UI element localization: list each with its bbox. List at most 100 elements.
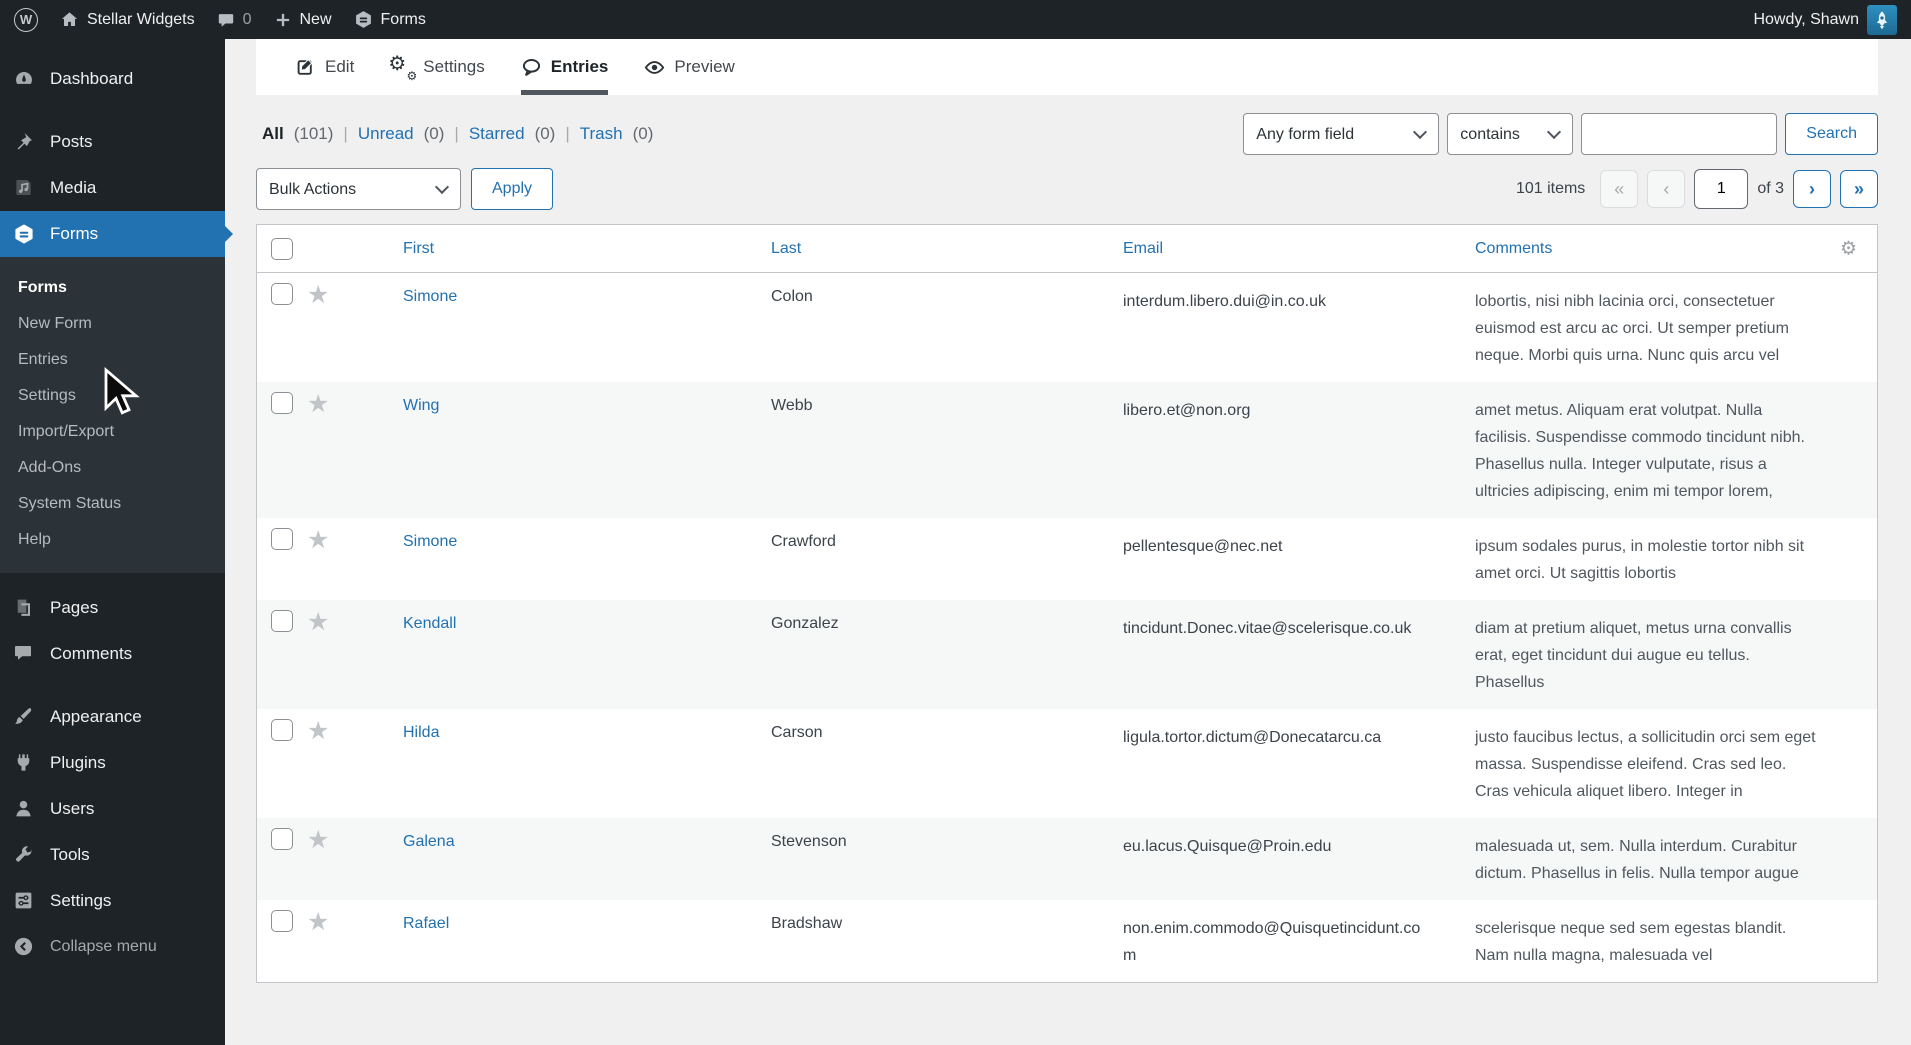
search-input[interactable] (1581, 113, 1778, 155)
wordpress-menu[interactable]: W (14, 7, 38, 32)
filter-unread[interactable]: Unread (358, 124, 414, 144)
settings-sliders-icon (13, 890, 35, 912)
apply-button[interactable]: Apply (471, 168, 554, 210)
tab-preview[interactable]: Preview (644, 39, 735, 95)
edit-pencil-icon (296, 57, 316, 77)
collapse-menu-button[interactable]: Collapse menu (0, 924, 225, 970)
tab-settings-label: Settings (423, 57, 485, 76)
submenu-item-add-ons[interactable]: Add-Ons (0, 450, 225, 486)
star-icon[interactable]: ★ (307, 528, 329, 553)
sort-first-header[interactable]: First (403, 240, 434, 257)
comments-shortcut[interactable]: 0 (217, 11, 252, 29)
media-icon (13, 177, 35, 199)
entry-comments: diam at pretium aliquet, metus urna conv… (1475, 620, 1792, 691)
prev-page-button[interactable]: ‹ (1647, 170, 1686, 208)
row-checkbox[interactable] (271, 910, 293, 932)
tab-edit[interactable]: Edit (296, 39, 354, 95)
row-checkbox[interactable] (271, 828, 293, 850)
pages-icon (13, 597, 35, 619)
star-icon[interactable]: ★ (307, 392, 329, 417)
entry-search-controls: Any form field contains Search (1243, 113, 1878, 155)
current-page-input[interactable] (1694, 169, 1749, 209)
site-name-link[interactable]: Stellar Widgets (60, 10, 195, 29)
sidebar-item-settings[interactable]: Settings (0, 878, 225, 924)
pagination: 101 items « ‹ of 3 › » (1516, 169, 1878, 209)
speech-bubble-icon (521, 57, 542, 78)
entry-comments: justo faucibus lectus, a sollicitudin or… (1475, 729, 1816, 800)
first-page-button[interactable]: « (1600, 170, 1639, 208)
sort-email-header[interactable]: Email (1123, 240, 1163, 257)
new-label: New (299, 10, 332, 28)
select-all-checkbox[interactable] (271, 237, 293, 260)
entry-email: pellentesque@nec.net (1123, 538, 1283, 555)
filter-starred[interactable]: Starred (469, 124, 525, 144)
sidebar-label-appearance: Appearance (50, 707, 142, 726)
entry-comments: ipsum sodales purus, in molestie tortor … (1475, 538, 1805, 582)
row-checkbox[interactable] (271, 283, 293, 305)
entry-first-link[interactable]: Hilda (403, 724, 439, 741)
star-icon[interactable]: ★ (307, 610, 329, 635)
sidebar-item-forms[interactable]: Forms (0, 211, 225, 257)
sidebar-item-appearance[interactable]: Appearance (0, 694, 225, 740)
entry-first-link[interactable]: Simone (403, 288, 457, 305)
sidebar-label-forms: Forms (50, 224, 99, 243)
gravity-forms-icon (13, 223, 35, 245)
star-icon[interactable]: ★ (307, 283, 329, 308)
row-checkbox[interactable] (271, 610, 293, 632)
sidebar-item-dashboard[interactable]: Dashboard (0, 56, 225, 102)
entry-first-link[interactable]: Rafael (403, 915, 449, 932)
sidebar-item-posts[interactable]: Posts (0, 119, 225, 165)
pushpin-icon (13, 131, 35, 153)
entry-first-link[interactable]: Kendall (403, 615, 456, 632)
items-total: 101 items (1515, 180, 1586, 197)
submenu-item-system-status[interactable]: System Status (0, 486, 225, 522)
row-checkbox[interactable] (271, 392, 293, 414)
star-icon[interactable]: ★ (307, 828, 329, 853)
collapse-arrow-icon (13, 936, 35, 958)
tab-settings[interactable]: ⚙ ⚙ Settings (388, 39, 485, 95)
tab-entries[interactable]: Entries (520, 39, 609, 95)
bulk-actions-select[interactable]: Bulk Actions (256, 168, 461, 210)
entry-comments: scelerisque neque sed sem egestas blandi… (1475, 920, 1787, 964)
sidebar-item-comments[interactable]: Comments (0, 631, 225, 677)
entry-first-link[interactable]: Galena (403, 833, 455, 850)
sidebar-item-media[interactable]: Media (0, 165, 225, 211)
entry-email: ligula.tortor.dictum@Donecatarcu.ca (1123, 729, 1382, 746)
avatar (1867, 4, 1897, 35)
column-settings-gear-icon[interactable]: ⚙ (1840, 239, 1857, 258)
howdy-account-menu[interactable]: Howdy, Shawn (1753, 4, 1897, 35)
tab-entries-label: Entries (550, 57, 609, 76)
row-checkbox[interactable] (271, 528, 293, 550)
table-header-row: First Last Email Comments ⚙ (257, 225, 1877, 273)
submenu-item-forms[interactable]: Forms (0, 270, 225, 306)
search-operator-select[interactable]: contains (1447, 113, 1574, 155)
search-field-select[interactable]: Any form field (1243, 113, 1440, 155)
star-icon[interactable]: ★ (307, 719, 329, 744)
entry-first-link[interactable]: Simone (403, 533, 457, 550)
filter-all[interactable]: All (262, 124, 284, 144)
tab-edit-label: Edit (325, 57, 355, 76)
entry-last: Gonzalez (771, 615, 839, 632)
sidebar-item-pages[interactable]: Pages (0, 585, 225, 631)
star-icon[interactable]: ★ (307, 910, 329, 935)
eye-icon (644, 57, 665, 78)
sidebar-item-tools[interactable]: Tools (0, 832, 225, 878)
new-content-menu[interactable]: New (274, 11, 332, 29)
submenu-item-help[interactable]: Help (0, 522, 225, 558)
sort-comments-header[interactable]: Comments (1475, 240, 1552, 257)
page-of-label: of 3 (1757, 180, 1784, 197)
sort-last-header[interactable]: Last (771, 240, 801, 257)
row-checkbox[interactable] (271, 719, 293, 741)
last-page-button[interactable]: » (1840, 170, 1878, 208)
form-toolbar-tabs: Edit ⚙ ⚙ Settings Entries Preview (256, 39, 1878, 95)
sidebar-item-plugins[interactable]: Plugins (0, 740, 225, 786)
search-button[interactable]: Search (1785, 113, 1878, 155)
next-page-button[interactable]: › (1793, 170, 1831, 208)
sidebar-label-settings: Settings (50, 891, 112, 910)
entry-first-link[interactable]: Wing (403, 397, 439, 414)
filter-trash[interactable]: Trash (580, 124, 623, 144)
submenu-item-new-form[interactable]: New Form (0, 306, 225, 342)
forms-adminbar-menu[interactable]: Forms (354, 10, 426, 29)
sidebar-item-users[interactable]: Users (0, 786, 225, 832)
entry-comments: malesuada ut, sem. Nulla interdum. Curab… (1475, 838, 1799, 882)
